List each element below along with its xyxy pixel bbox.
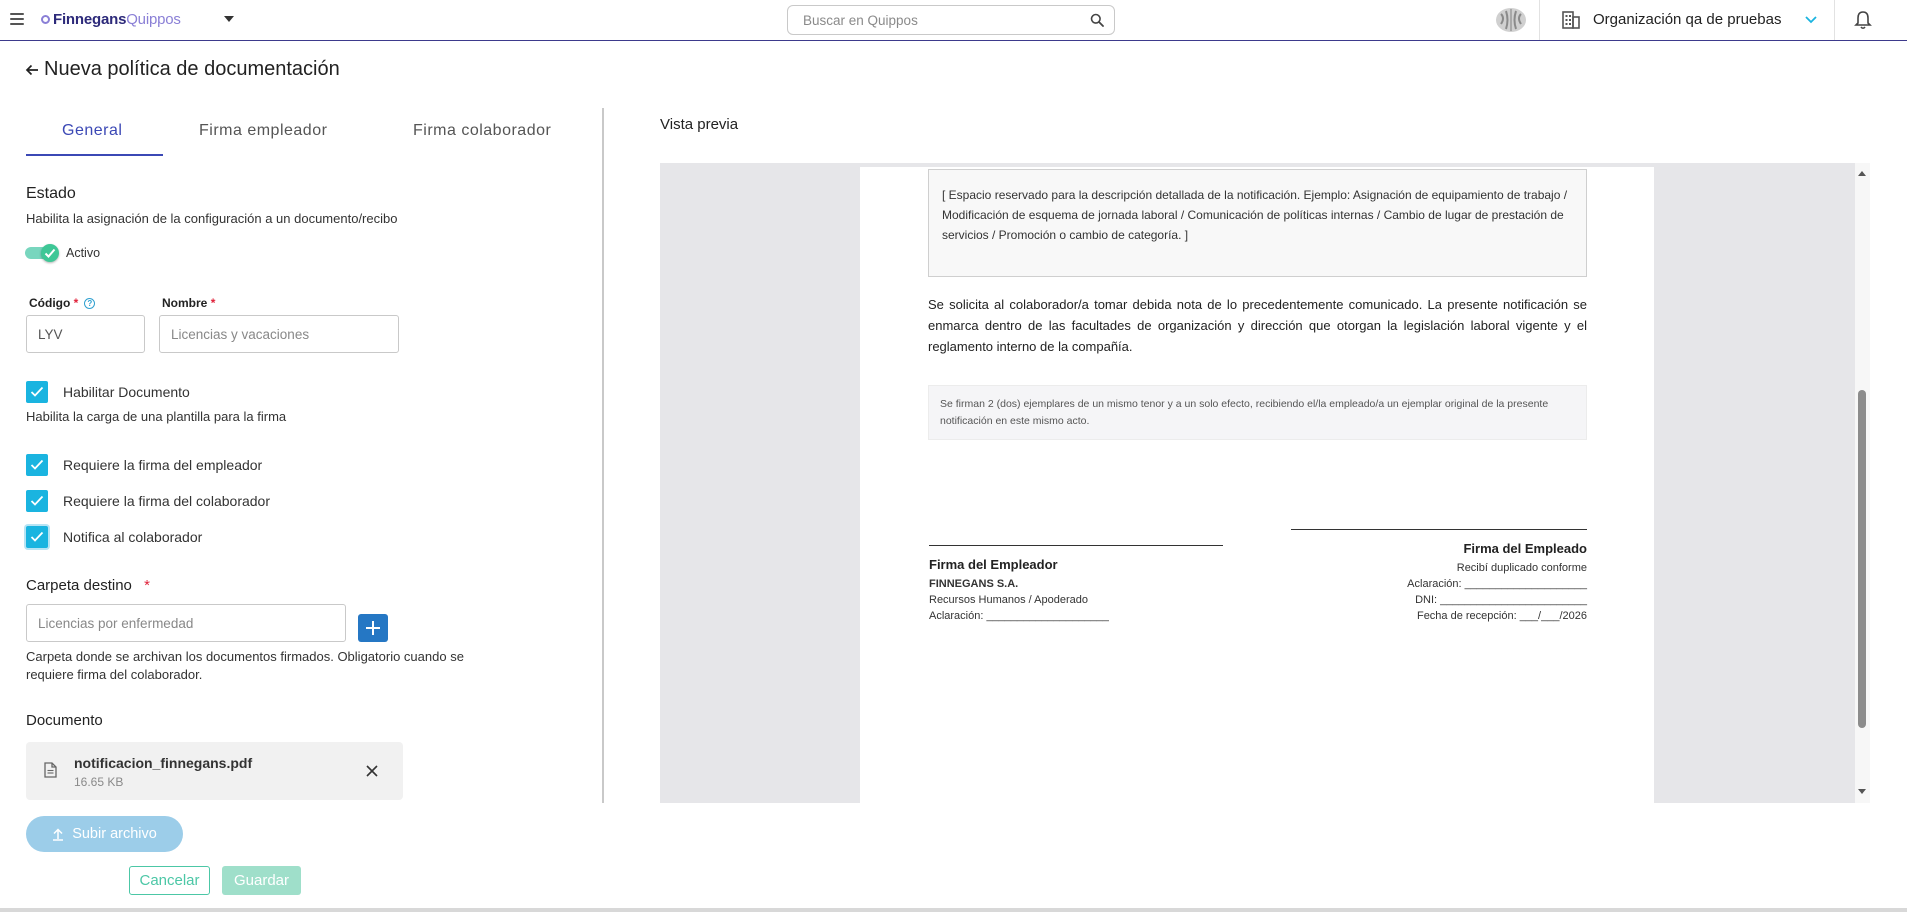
employee-received: Recibí duplicado conforme	[1456, 562, 1587, 574]
estado-description: Habilita la asignación de la configuraci…	[26, 211, 398, 226]
employer-signature-title: Firma del Empleador	[929, 557, 1058, 572]
nombre-label: Nombre *	[162, 296, 216, 310]
logo-product: Quippos	[126, 11, 181, 28]
tab-firma-empleador[interactable]: Firma empleador	[199, 122, 327, 140]
check-icon	[44, 248, 56, 258]
upload-file-button[interactable]: Subir archivo	[26, 816, 183, 852]
required-mark: *	[73, 296, 79, 310]
notifica-colaborador-checkbox[interactable]	[26, 526, 48, 548]
document-icon	[44, 762, 57, 778]
logo-mark-icon	[41, 15, 50, 24]
preview-description-box: [ Espacio reservado para la descripción …	[928, 169, 1587, 277]
codigo-label: Código *?	[29, 296, 96, 310]
search-input[interactable]	[788, 6, 1068, 34]
carpeta-destino-description: Carpeta donde se archivan los documentos…	[26, 649, 464, 682]
check-icon	[30, 495, 44, 506]
signature-line	[1291, 529, 1587, 530]
preview-title: Vista previa	[660, 116, 739, 133]
habilitar-documento-label: Habilitar Documento	[63, 384, 190, 400]
check-icon	[30, 386, 44, 397]
tab-general[interactable]: General	[62, 122, 122, 140]
habilitar-documento-description: Habilita la carga de una plantilla para …	[26, 409, 287, 424]
employer-aclaracion: Aclaración: ____________________	[929, 610, 1109, 622]
employee-dni: DNI: ________________________	[1415, 594, 1587, 606]
help-icon[interactable]: ?	[84, 298, 96, 309]
employer-signature-block: Firma del Empleador FINNEGANS S.A. Recur…	[929, 545, 1223, 624]
requiere-firma-empleador-label: Requiere la firma del empleador	[63, 457, 263, 473]
close-icon[interactable]	[366, 765, 378, 777]
employee-signature-block: Firma del Empleado Recibí duplicado conf…	[1291, 529, 1587, 624]
tab-active-indicator	[26, 154, 163, 156]
organization-selector[interactable]: Organización qa de pruebas	[1593, 11, 1781, 28]
ai-assistant-icon[interactable]	[1495, 6, 1527, 34]
chevron-down-icon[interactable]	[1804, 12, 1818, 26]
estado-heading: Estado	[26, 185, 76, 202]
building-icon	[1562, 11, 1580, 29]
header-separator	[1834, 0, 1835, 40]
requiere-firma-colaborador-label: Requiere la firma del colaborador	[63, 493, 270, 509]
check-icon	[30, 459, 44, 470]
header-separator	[1539, 0, 1540, 40]
page-title: Nueva política de documentación	[25, 58, 340, 81]
scrollbar-thumb[interactable]	[1858, 390, 1866, 728]
scroll-down-icon[interactable]	[1858, 789, 1866, 794]
panel-divider	[602, 108, 604, 803]
preview-page: [ Espacio reservado para la descripción …	[860, 167, 1654, 803]
required-mark: *	[210, 296, 216, 310]
toggle-knob	[41, 244, 59, 262]
required-mark: *	[144, 577, 150, 594]
estado-toggle-label: Activo	[66, 246, 101, 260]
codigo-input[interactable]	[26, 315, 145, 353]
carpeta-destino-heading: Carpeta destino *	[26, 577, 150, 594]
estado-toggle[interactable]	[25, 244, 61, 262]
employer-role: Recursos Humanos / Apoderado	[929, 594, 1088, 606]
requiere-firma-empleador-checkbox[interactable]	[26, 454, 48, 476]
save-button[interactable]: Guardar	[222, 866, 301, 895]
app-switcher-caret-icon[interactable]	[224, 16, 234, 22]
uploaded-file-card: notificacion_finnegans.pdf 16.65 KB	[26, 742, 403, 800]
tab-bar: General Firma empleador Firma colaborado…	[26, 118, 586, 156]
logo-brand: Finnegans	[53, 11, 127, 28]
scroll-up-icon[interactable]	[1858, 171, 1866, 176]
employee-aclaracion: Aclaración: ____________________	[1407, 578, 1587, 590]
cancel-button[interactable]: Cancelar	[129, 866, 210, 895]
file-size: 16.65 KB	[74, 775, 124, 789]
upload-icon	[53, 827, 64, 841]
search-icon[interactable]	[1090, 13, 1104, 27]
search-box	[787, 5, 1115, 35]
preview-paragraph: Se solicita al colaborador/a tomar debid…	[928, 297, 1587, 354]
back-arrow-icon[interactable]	[25, 63, 39, 77]
signature-line	[929, 545, 1223, 546]
habilitar-documento-checkbox[interactable]	[26, 381, 48, 403]
check-icon	[30, 531, 44, 542]
employee-fecha: Fecha de recepción: ___/___/2026	[1416, 610, 1587, 622]
document-preview[interactable]: [ Espacio reservado para la descripción …	[660, 163, 1870, 803]
app-logo[interactable]: FinnegansQuippos	[41, 11, 181, 28]
employer-company: FINNEGANS S.A.	[929, 578, 1019, 590]
documento-heading: Documento	[26, 712, 103, 729]
preview-note-box: Se firman 2 (dos) ejemplares de un mismo…	[928, 385, 1587, 440]
preview-scrollbar[interactable]	[1855, 163, 1870, 803]
employee-signature-title: Firma del Empleado	[1463, 541, 1587, 556]
page-title-text: Nueva política de documentación	[44, 58, 340, 80]
tab-firma-colaborador[interactable]: Firma colaborador	[413, 122, 551, 140]
menu-icon[interactable]	[10, 13, 24, 25]
file-name: notificacion_finnegans.pdf	[74, 755, 253, 771]
notifica-colaborador-label: Notifica al colaborador	[63, 529, 203, 545]
nombre-input[interactable]	[159, 315, 399, 353]
carpeta-destino-input[interactable]	[26, 604, 346, 642]
requiere-firma-colaborador-checkbox[interactable]	[26, 490, 48, 512]
top-bar: FinnegansQuippos Organización qa de prue…	[0, 0, 1907, 41]
add-folder-button[interactable]	[358, 614, 388, 642]
window-bottom-edge	[0, 908, 1907, 912]
bell-icon[interactable]	[1854, 10, 1872, 30]
